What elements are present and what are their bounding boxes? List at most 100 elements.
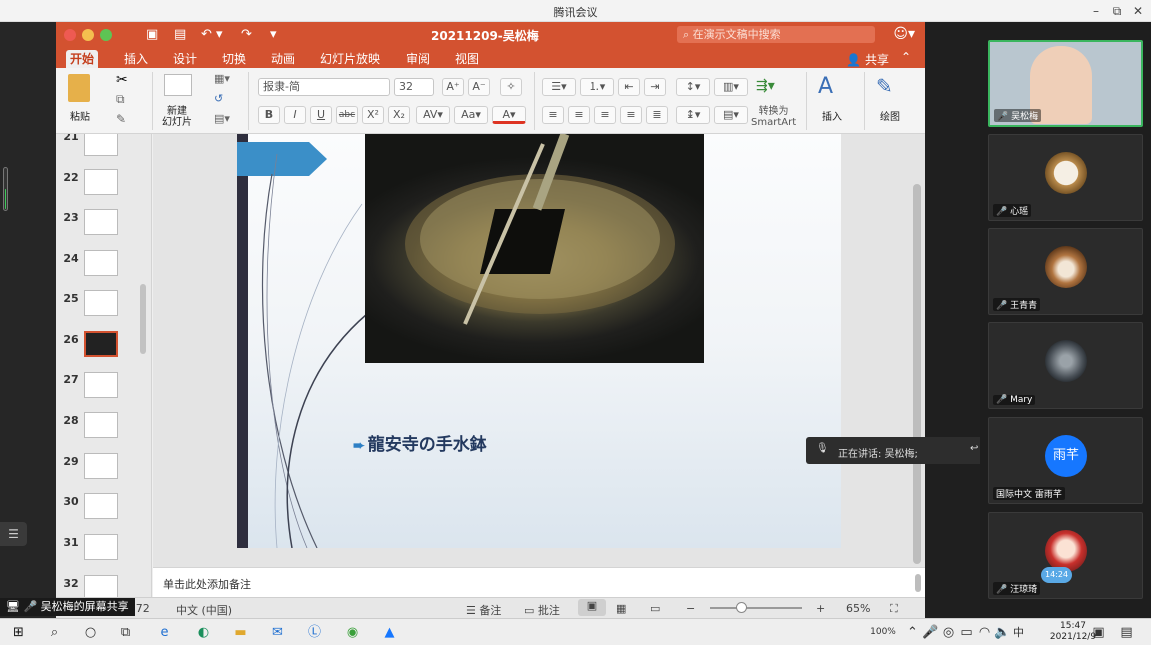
notes-toggle[interactable]: ☰ 备注 <box>466 602 501 618</box>
bold-button[interactable]: B <box>258 106 280 124</box>
redo-icon[interactable]: ↷ <box>241 27 252 42</box>
insert-text-icon[interactable]: A <box>818 74 833 99</box>
notification-app-icon[interactable]: ▣ <box>1090 624 1107 641</box>
participant-tile[interactable]: 🎤 心瑶 <box>988 134 1143 221</box>
slide-thumbnails-pane[interactable]: 21 22 23 24 25 26 27 28 29 30 31 32 <box>56 134 152 597</box>
minimize-traffic-light[interactable] <box>82 29 94 41</box>
ie-icon[interactable]: e <box>156 624 173 641</box>
wifi-icon[interactable]: ◠ <box>976 624 993 641</box>
tab-animations[interactable]: 动画 <box>267 50 299 68</box>
increase-font-button[interactable]: A⁺ <box>442 78 464 96</box>
start-icon[interactable]: ⊞ <box>10 624 27 641</box>
search-icon[interactable]: ⌕ <box>46 624 63 641</box>
list-toggle-icon[interactable]: ☰ <box>0 522 27 546</box>
font-name-select[interactable]: 报隶-简 <box>258 78 390 96</box>
draw-icon[interactable]: ✎ <box>876 74 893 98</box>
tray-mic-icon[interactable]: 🎤 <box>922 624 939 641</box>
slide-photo[interactable] <box>365 134 704 363</box>
restore-button[interactable]: ⧉ <box>1108 3 1126 19</box>
tray-app-icon[interactable]: ◎ <box>940 624 957 641</box>
notes-scrollbar[interactable] <box>915 574 921 592</box>
copy-icon[interactable]: ⧉ <box>116 92 125 107</box>
tab-insert[interactable]: 插入 <box>120 50 152 68</box>
tab-transitions[interactable]: 切换 <box>218 50 250 68</box>
tray-network-icon[interactable]: ▭ <box>958 624 975 641</box>
edit-area-scrollbar[interactable] <box>913 184 921 564</box>
smartart-icon[interactable]: ⇶▾ <box>756 78 775 94</box>
action-center-icon[interactable]: ▤ <box>1118 624 1135 641</box>
search-input[interactable]: ⌕ 在演示文稿中搜索 <box>677 26 875 43</box>
sidebar-toggle-icon[interactable]: ▣ <box>146 27 158 42</box>
slide-thumbnail[interactable] <box>84 453 118 479</box>
text-direction-button[interactable]: ↨▾ <box>676 106 710 124</box>
customize-toolbar-icon[interactable]: ▾ <box>270 27 277 42</box>
participant-tile[interactable]: 🎤 王青青 <box>988 228 1143 315</box>
mail-icon[interactable]: ✉ <box>269 624 286 641</box>
cut-icon[interactable]: ✂ <box>116 72 128 88</box>
slide-thumbnail[interactable] <box>84 169 118 195</box>
align-text-button[interactable]: ▤▾ <box>714 106 748 124</box>
zoom-traffic-light[interactable] <box>100 29 112 41</box>
paste-icon[interactable] <box>68 74 90 102</box>
distribute-button[interactable]: ≣ <box>646 106 668 124</box>
tab-home[interactable]: 开始 <box>66 50 99 68</box>
line-spacing-button[interactable]: ↕▾ <box>676 78 710 96</box>
collapse-arrow-icon[interactable]: ↩ <box>970 443 978 454</box>
tab-design[interactable]: 设计 <box>169 50 201 68</box>
increase-indent-button[interactable]: ⇥ <box>644 78 666 96</box>
zoom-slider-thumb[interactable] <box>736 602 747 613</box>
align-right-button[interactable]: ≡ <box>594 106 616 124</box>
app-green-icon[interactable]: ◉ <box>344 624 361 641</box>
slide-thumbnail[interactable] <box>84 209 118 235</box>
ime-indicator[interactable]: 中 <box>1010 624 1027 641</box>
italic-button[interactable]: I <box>284 106 306 124</box>
slide-sorter-button[interactable]: ▦ <box>616 602 626 615</box>
normal-view-button[interactable]: ▣ <box>578 599 606 616</box>
fit-window-icon[interactable]: ⛶ <box>890 602 898 616</box>
collapse-ribbon-icon[interactable]: ⌃ <box>901 50 911 64</box>
battery-indicator[interactable]: 100% <box>866 624 900 641</box>
participant-tile[interactable]: 14:24 🎤 汪琼琦 <box>988 512 1143 599</box>
zoom-out-button[interactable]: − <box>686 602 695 615</box>
slide-thumbnail-selected[interactable] <box>84 331 118 357</box>
font-color-button[interactable]: A▾ <box>492 106 526 124</box>
slide-thumbnail[interactable] <box>84 290 118 316</box>
slide-thumbnail[interactable] <box>84 493 118 519</box>
edge-icon[interactable]: ◐ <box>195 624 212 641</box>
tab-slideshow[interactable]: 幻灯片放映 <box>316 50 384 68</box>
participant-tile[interactable]: 🎤 吴松梅 <box>988 40 1143 127</box>
underline-button[interactable]: U <box>310 106 332 124</box>
minimize-button[interactable]: – <box>1087 3 1105 19</box>
tab-view[interactable]: 视图 <box>451 50 483 68</box>
align-center-button[interactable]: ≡ <box>568 106 590 124</box>
clear-format-button[interactable]: ✧ <box>500 78 522 96</box>
language-status[interactable]: 中文 (中国) <box>176 602 232 618</box>
tab-review[interactable]: 审阅 <box>402 50 434 68</box>
close-button[interactable]: ✕ <box>1129 3 1147 19</box>
subscript-button[interactable]: X₂ <box>388 106 410 124</box>
feedback-smiley-icon[interactable]: ☺▾ <box>893 26 915 42</box>
tencent-meeting-icon[interactable]: ▲ <box>381 624 398 641</box>
bullets-button[interactable]: ☰▾ <box>542 78 576 96</box>
participant-tile[interactable]: 雨芊 国际中文 雷雨芊 <box>988 417 1143 504</box>
zoom-level[interactable]: 65% <box>846 602 870 615</box>
decrease-indent-button[interactable]: ⇤ <box>618 78 640 96</box>
slide-caption[interactable]: ➨ 龍安寺の手水鉢 <box>353 430 487 455</box>
reset-icon[interactable]: ↺ <box>214 92 223 105</box>
new-slide-icon[interactable] <box>164 74 192 96</box>
superscript-button[interactable]: X² <box>362 106 384 124</box>
align-left-button[interactable]: ≡ <box>542 106 564 124</box>
slide-thumbnail[interactable] <box>84 250 118 276</box>
justify-button[interactable]: ≡ <box>620 106 642 124</box>
zoom-slider[interactable] <box>710 602 802 613</box>
zoom-in-button[interactable]: + <box>816 602 825 615</box>
slide-thumbnail[interactable] <box>84 534 118 560</box>
decrease-font-button[interactable]: A⁻ <box>468 78 490 96</box>
participant-tile[interactable]: 🎤 Mary <box>988 322 1143 409</box>
strikethrough-button[interactable]: abc <box>336 106 358 124</box>
undo-icon[interactable]: ↶ ▾ <box>201 27 223 42</box>
numbering-button[interactable]: ⒈▾ <box>580 78 614 96</box>
format-painter-icon[interactable]: ✎ <box>116 112 126 126</box>
volume-icon[interactable]: 🔈 <box>994 624 1011 641</box>
font-size-select[interactable]: 32 <box>394 78 434 96</box>
